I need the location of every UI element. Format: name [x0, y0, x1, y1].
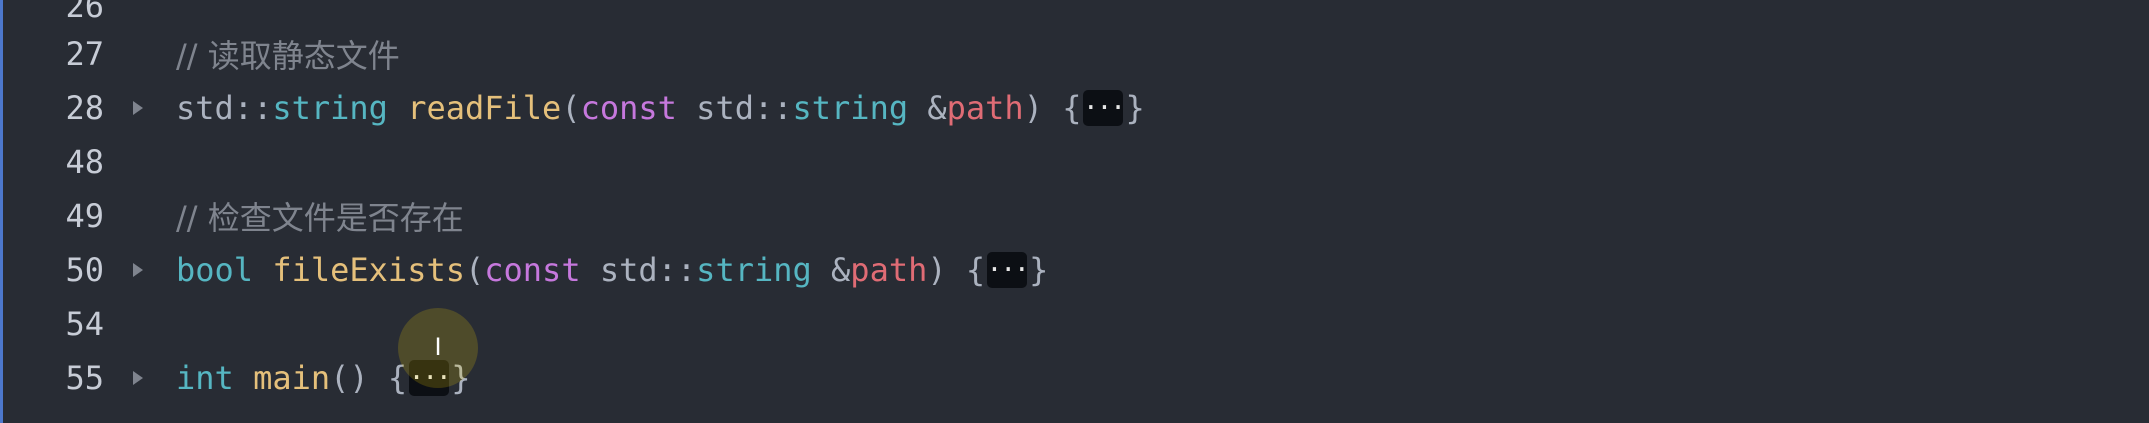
- line-number: 50: [65, 251, 104, 289]
- line-number: 48: [65, 143, 104, 181]
- code-editor[interactable]: 26 27 // 读取静态文件 28 std:: string readFile(…: [0, 0, 2149, 423]
- function-name-token: fileExists: [272, 251, 465, 289]
- brace-token: {: [1062, 89, 1082, 127]
- line-number: 26: [65, 0, 104, 25]
- code-line: 55 int main() {···}: [0, 351, 2149, 405]
- fold-expand-icon[interactable]: [131, 243, 145, 297]
- return-type-token: bool: [176, 251, 254, 289]
- namespace-token: std::: [599, 251, 697, 289]
- code-line: 49 // 检查文件是否存在: [0, 189, 2149, 243]
- code-line: 50 bool fileExists(const std:: string & pa…: [0, 243, 2149, 297]
- keyword-token: const: [580, 89, 677, 127]
- folded-region-button[interactable]: ···: [987, 252, 1030, 288]
- type-token: string: [696, 251, 812, 289]
- paren-token: (): [330, 359, 369, 397]
- line-number: 54: [65, 305, 104, 343]
- line-number: 49: [65, 197, 104, 235]
- text-cursor-icon: I: [434, 333, 442, 361]
- brace-token: }: [1125, 89, 1145, 127]
- code-line: 54: [0, 297, 2149, 351]
- paren-token: ): [927, 251, 947, 289]
- line-number: 55: [65, 359, 104, 397]
- namespace-token: std::: [176, 89, 273, 127]
- function-name-token: readFile: [407, 89, 562, 127]
- reference-token: &: [831, 251, 851, 289]
- folded-region-button[interactable]: ···: [1083, 90, 1126, 126]
- code-line: 48: [0, 135, 2149, 189]
- code-line: 27 // 读取静态文件: [0, 27, 2149, 81]
- fold-expand-icon[interactable]: [131, 351, 145, 405]
- keyword-token: const: [484, 251, 581, 289]
- brace-token: {: [965, 251, 986, 289]
- fold-expand-icon[interactable]: [131, 81, 145, 135]
- line-number: 27: [65, 35, 104, 73]
- namespace-token: std::: [696, 89, 793, 127]
- type-token: string: [272, 89, 388, 127]
- line-number: 28: [65, 89, 104, 127]
- type-token: string: [792, 89, 909, 127]
- paren-token: (: [561, 89, 581, 127]
- paren-token: ): [1023, 89, 1043, 127]
- function-name-token: main: [253, 359, 331, 397]
- brace-token: }: [1029, 251, 1049, 289]
- code-line: 28 std:: string readFile(const std:: strin…: [0, 81, 2149, 135]
- parameter-token: path: [946, 89, 1024, 127]
- parameter-token: path: [850, 251, 928, 289]
- return-type-token: int: [176, 359, 234, 397]
- code-comment: // 读取静态文件: [176, 37, 400, 75]
- code-comment: // 检查文件是否存在: [176, 199, 464, 237]
- reference-token: &: [927, 89, 947, 127]
- paren-token: (: [464, 251, 485, 289]
